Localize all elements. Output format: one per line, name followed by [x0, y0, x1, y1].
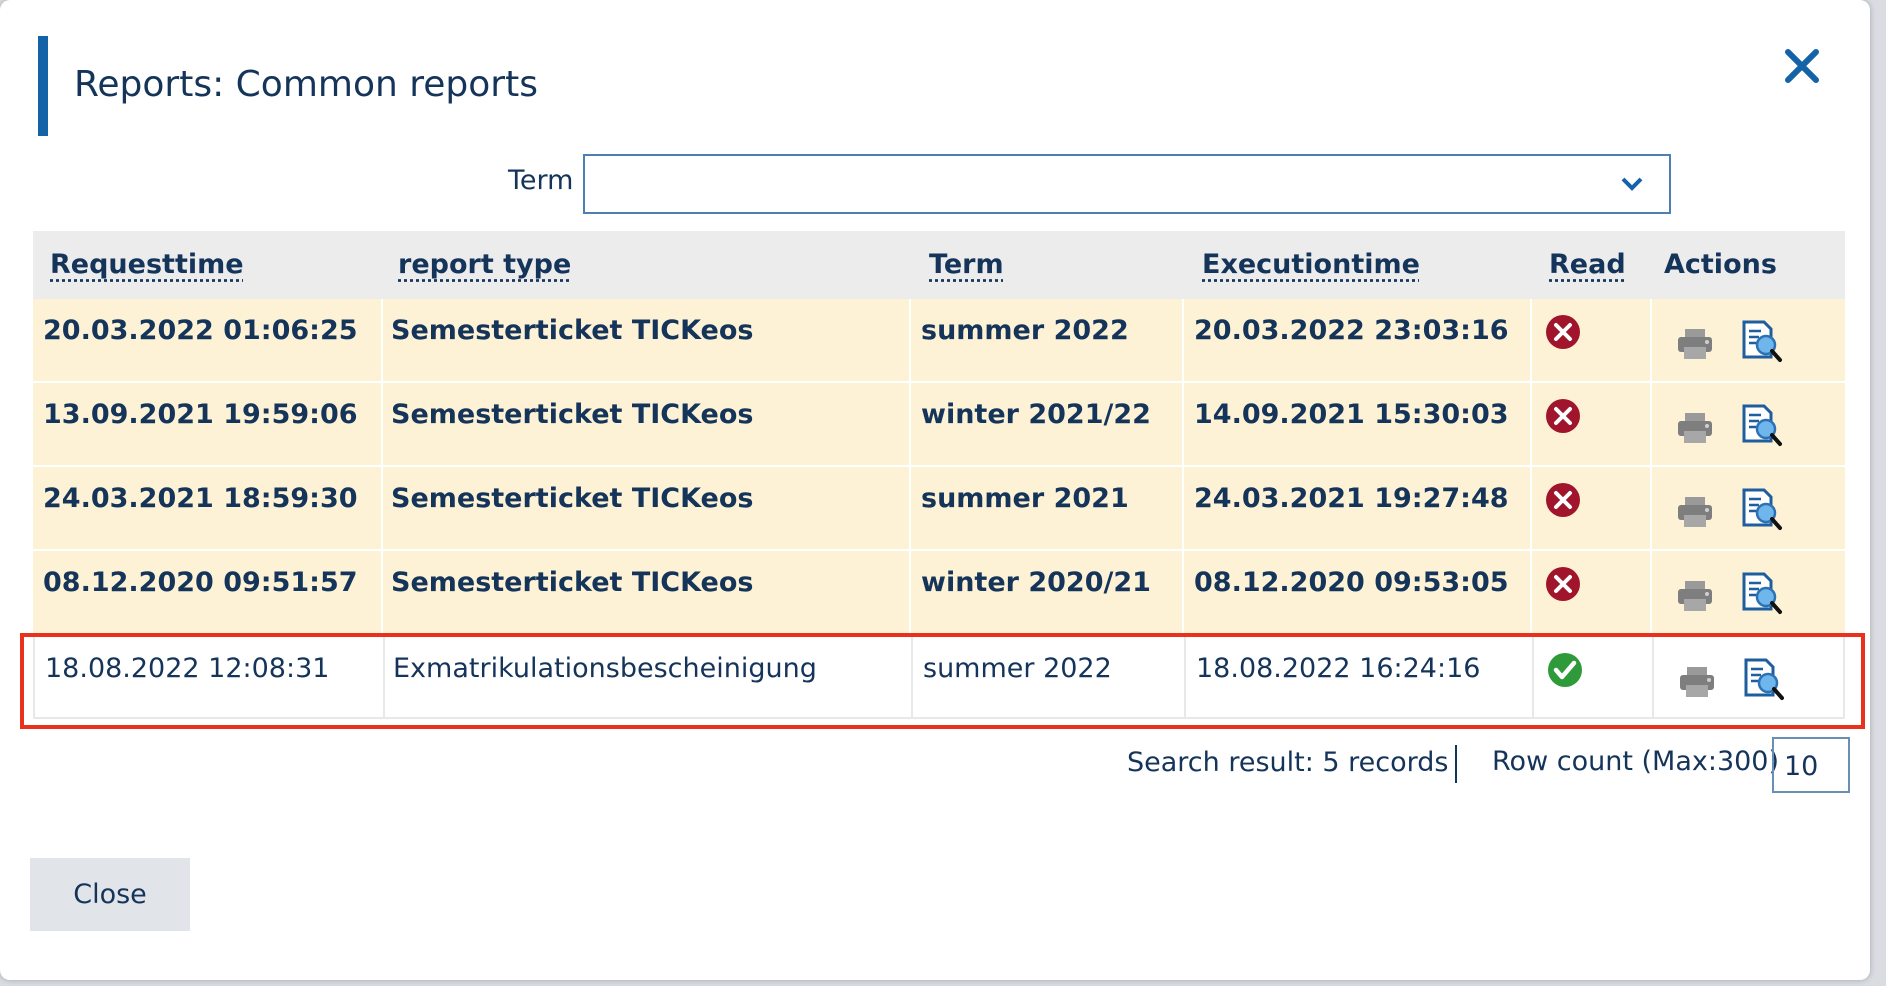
title-accent-bar	[38, 36, 48, 136]
column-divider	[1182, 551, 1184, 633]
column-divider	[1650, 299, 1652, 381]
table-header: Requesttime report type Term Executionti…	[33, 231, 1845, 299]
col-header-requesttime[interactable]: Requesttime	[50, 249, 244, 280]
chevron-down-icon	[1621, 177, 1643, 191]
column-divider	[1532, 637, 1534, 717]
col-header-report-type[interactable]: report type	[398, 249, 571, 280]
column-divider	[909, 551, 911, 633]
table-row[interactable]: 20.03.2022 01:06:25 Semesterticket TICKeo…	[33, 299, 1845, 383]
col-header-read[interactable]: Read	[1549, 249, 1626, 280]
cell-report-type: Semesterticket TICKeos	[391, 567, 754, 598]
reports-dialog: Reports: Common reports Term Requesttime…	[0, 0, 1870, 980]
printer-icon[interactable]	[1676, 579, 1714, 613]
column-divider	[383, 637, 385, 717]
document-magnifier-icon[interactable]	[1741, 571, 1783, 615]
column-divider	[381, 467, 383, 549]
reports-table: Requesttime report type Term Executionti…	[33, 231, 1845, 719]
column-divider	[381, 299, 383, 381]
document-magnifier-icon[interactable]	[1743, 657, 1785, 701]
column-divider	[1182, 383, 1184, 465]
cell-report-type: Exmatrikulationsbescheinigung	[393, 653, 817, 684]
table-row[interactable]: 13.09.2021 19:59:06 Semesterticket TICKeo…	[33, 383, 1845, 467]
column-divider	[1182, 467, 1184, 549]
column-divider	[1530, 299, 1532, 381]
document-magnifier-icon[interactable]	[1741, 319, 1783, 363]
document-magnifier-icon[interactable]	[1741, 487, 1783, 531]
column-divider	[1650, 551, 1652, 633]
red-x-circle-icon	[1544, 397, 1582, 435]
cell-term: summer 2021	[921, 483, 1129, 514]
cell-requesttime: 18.08.2022 12:08:31	[45, 653, 330, 684]
cell-term: winter 2020/21	[921, 567, 1151, 598]
cell-term: summer 2022	[923, 653, 1112, 684]
column-divider	[381, 551, 383, 633]
close-button[interactable]: Close	[30, 858, 190, 931]
col-header-executiontime[interactable]: Executiontime	[1202, 249, 1420, 280]
column-divider	[1652, 637, 1654, 717]
term-select[interactable]	[583, 154, 1671, 214]
column-divider	[909, 383, 911, 465]
red-x-circle-icon	[1544, 313, 1582, 351]
table-row[interactable]: 08.12.2020 09:51:57 Semesterticket TICKeo…	[33, 551, 1845, 635]
column-divider	[911, 637, 913, 717]
column-divider	[1650, 383, 1652, 465]
cell-requesttime: 08.12.2020 09:51:57	[43, 567, 358, 598]
cell-report-type: Semesterticket TICKeos	[391, 399, 754, 430]
column-divider	[1530, 383, 1532, 465]
col-header-term[interactable]: Term	[929, 249, 1004, 280]
printer-icon[interactable]	[1676, 411, 1714, 445]
printer-icon[interactable]	[1676, 327, 1714, 361]
table-body: 20.03.2022 01:06:25 Semesterticket TICKeo…	[33, 299, 1845, 719]
printer-icon[interactable]	[1676, 495, 1714, 529]
cell-report-type: Semesterticket TICKeos	[391, 483, 754, 514]
cell-executiontime: 18.08.2022 16:24:16	[1196, 653, 1481, 684]
printer-icon[interactable]	[1678, 665, 1716, 699]
column-divider	[381, 383, 383, 465]
cell-executiontime: 20.03.2022 23:03:16	[1194, 315, 1509, 346]
col-header-actions: Actions	[1664, 249, 1777, 280]
table-row[interactable]: 24.03.2021 18:59:30 Semesterticket TICKeo…	[33, 467, 1845, 551]
cell-executiontime: 08.12.2020 09:53:05	[1194, 567, 1509, 598]
column-divider	[909, 299, 911, 381]
footer-divider	[1455, 745, 1457, 783]
cell-term: summer 2022	[921, 315, 1129, 346]
column-divider	[1530, 551, 1532, 633]
close-x-icon[interactable]	[1780, 44, 1824, 88]
cell-requesttime: 24.03.2021 18:59:30	[43, 483, 358, 514]
row-count-label: Row count (Max:300)	[1492, 746, 1780, 777]
red-x-circle-icon	[1544, 481, 1582, 519]
cell-report-type: Semesterticket TICKeos	[391, 315, 754, 346]
document-magnifier-icon[interactable]	[1741, 403, 1783, 447]
red-x-circle-icon	[1544, 565, 1582, 603]
cell-requesttime: 13.09.2021 19:59:06	[43, 399, 358, 430]
cell-executiontime: 24.03.2021 19:27:48	[1194, 483, 1509, 514]
cell-executiontime: 14.09.2021 15:30:03	[1194, 399, 1509, 430]
green-check-circle-icon	[1546, 651, 1584, 689]
column-divider	[1650, 467, 1652, 549]
column-divider	[1182, 299, 1184, 381]
table-row[interactable]: 18.08.2022 12:08:31 Exmatrikulationsbesch…	[33, 635, 1845, 719]
column-divider	[909, 467, 911, 549]
term-filter-label: Term	[508, 165, 574, 196]
search-result-text: Search result: 5 records	[1127, 747, 1449, 778]
column-divider	[1530, 467, 1532, 549]
row-count-input[interactable]: 10	[1772, 737, 1850, 793]
cell-term: winter 2021/22	[921, 399, 1151, 430]
column-divider	[1184, 637, 1186, 717]
cell-requesttime: 20.03.2022 01:06:25	[43, 315, 358, 346]
dialog-title: Reports: Common reports	[74, 64, 538, 105]
